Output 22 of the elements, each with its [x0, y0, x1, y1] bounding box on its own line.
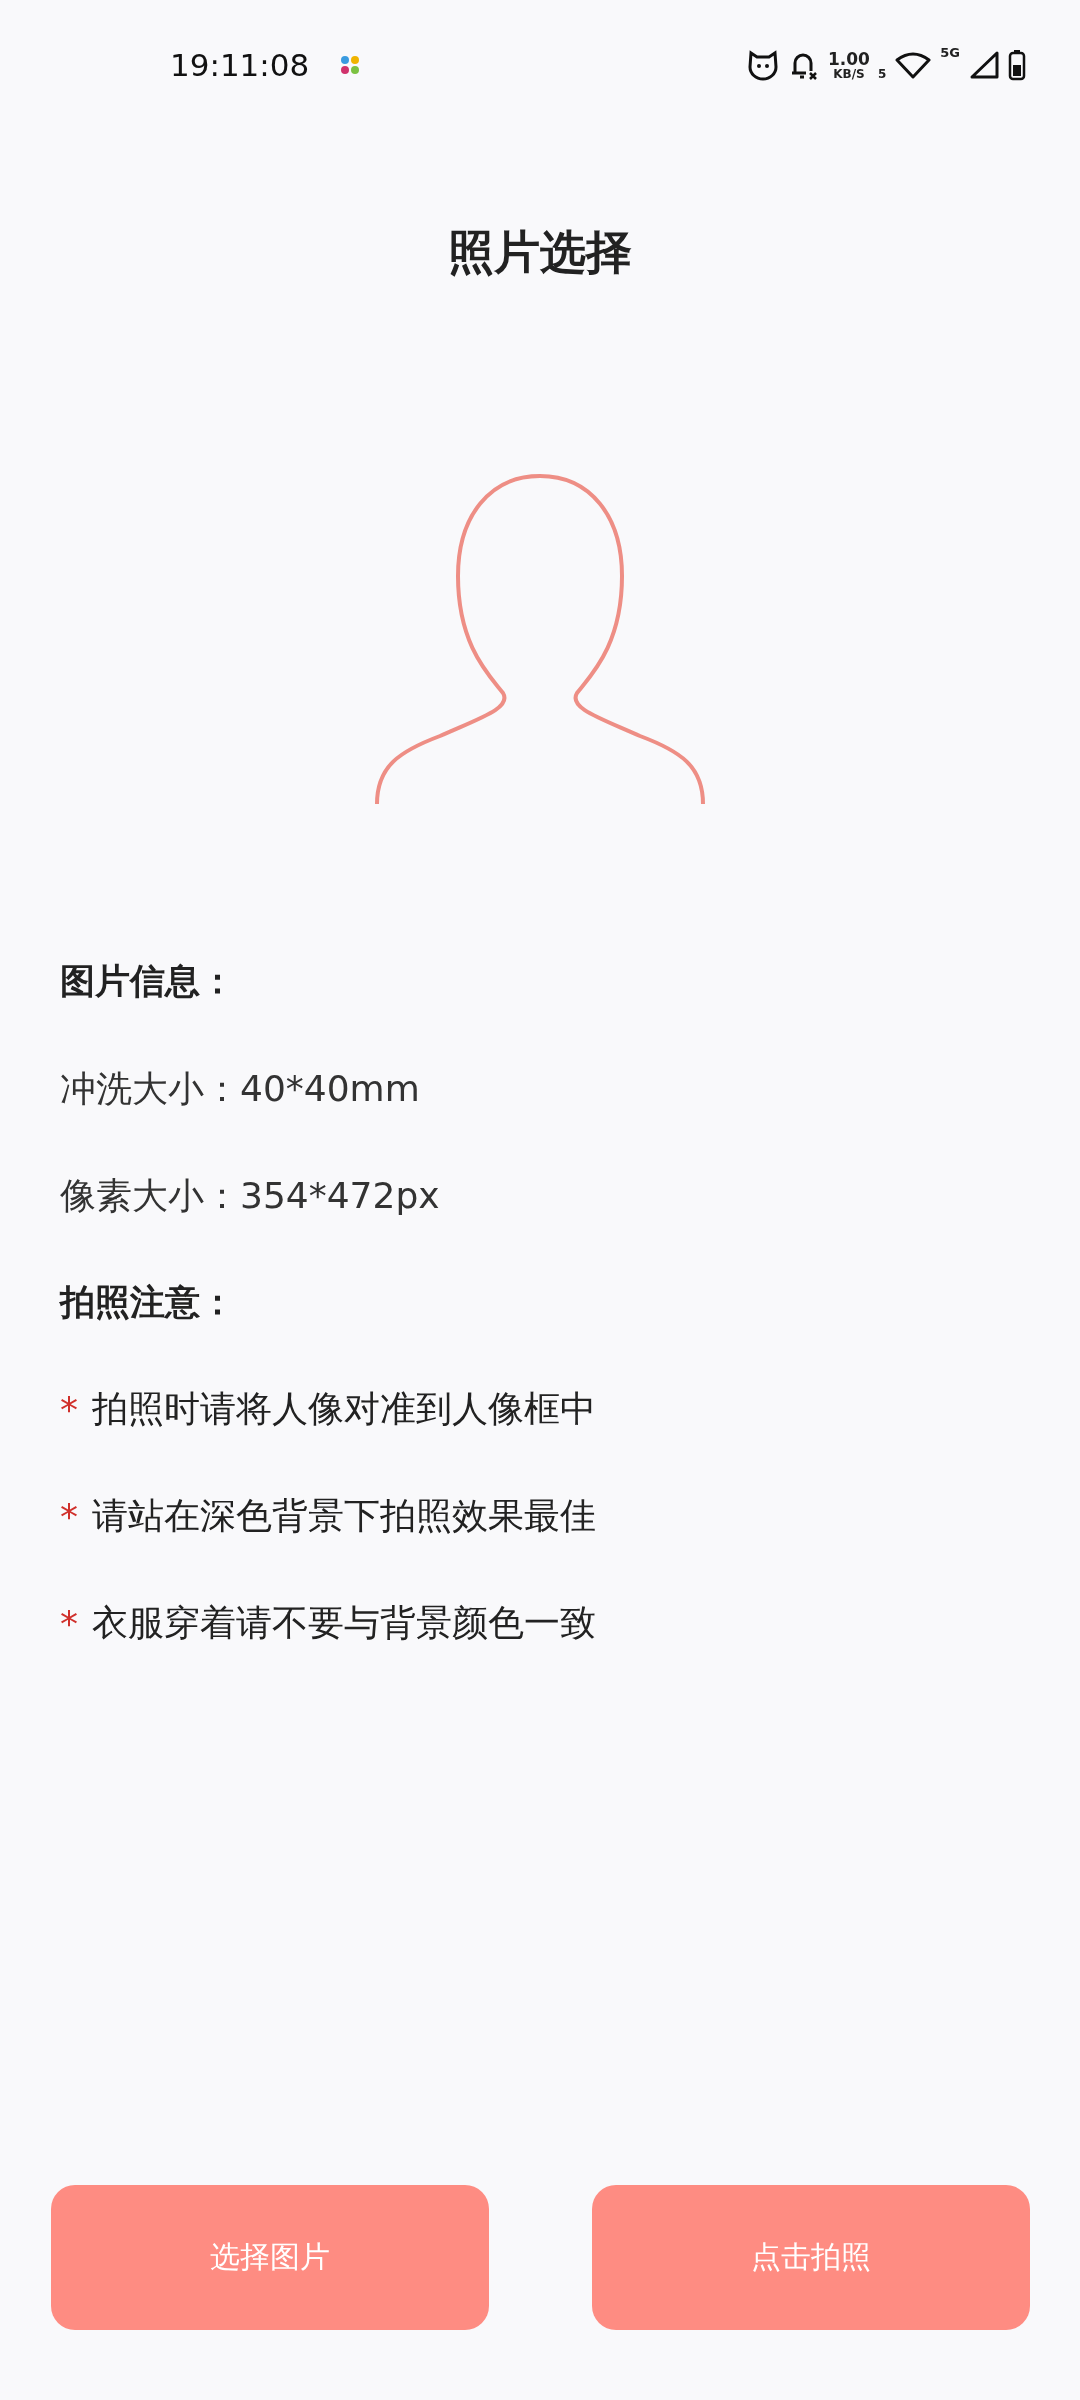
status-time: 19:11:08 [170, 47, 310, 83]
required-mark: * [60, 1496, 78, 1537]
required-mark: * [60, 1389, 78, 1430]
note-text: 请站在深色背景下拍照效果最佳 [92, 1494, 596, 1538]
page-title: 照片选择 [447, 224, 633, 281]
signal-icon [968, 50, 1000, 80]
wifi-band-label: 5 [877, 67, 887, 81]
wifi-icon [894, 50, 933, 80]
app-icon [339, 54, 362, 76]
net-speed: 1.00 [827, 50, 870, 68]
info-row-text: 冲洗大小：40*40mm [60, 1067, 421, 1111]
section-heading: 拍照注意： [60, 1281, 236, 1324]
battery-icon [1008, 49, 1026, 81]
note-text: 衣服穿着请不要与背景颜色一致 [92, 1601, 596, 1645]
info-row-text: 像素大小：354*472px [60, 1174, 441, 1218]
network-type-label: 5G [940, 45, 960, 60]
take-photo-button[interactable]: 点击拍照 [592, 2185, 1030, 2330]
net-speed-unit: KB/S [833, 67, 865, 80]
choose-image-button[interactable]: 选择图片 [51, 2185, 489, 2330]
required-mark: * [60, 1603, 78, 1644]
note-text: 拍照时请将人像对准到人像框中 [92, 1387, 596, 1431]
section-heading: 图片信息： [60, 960, 236, 1003]
